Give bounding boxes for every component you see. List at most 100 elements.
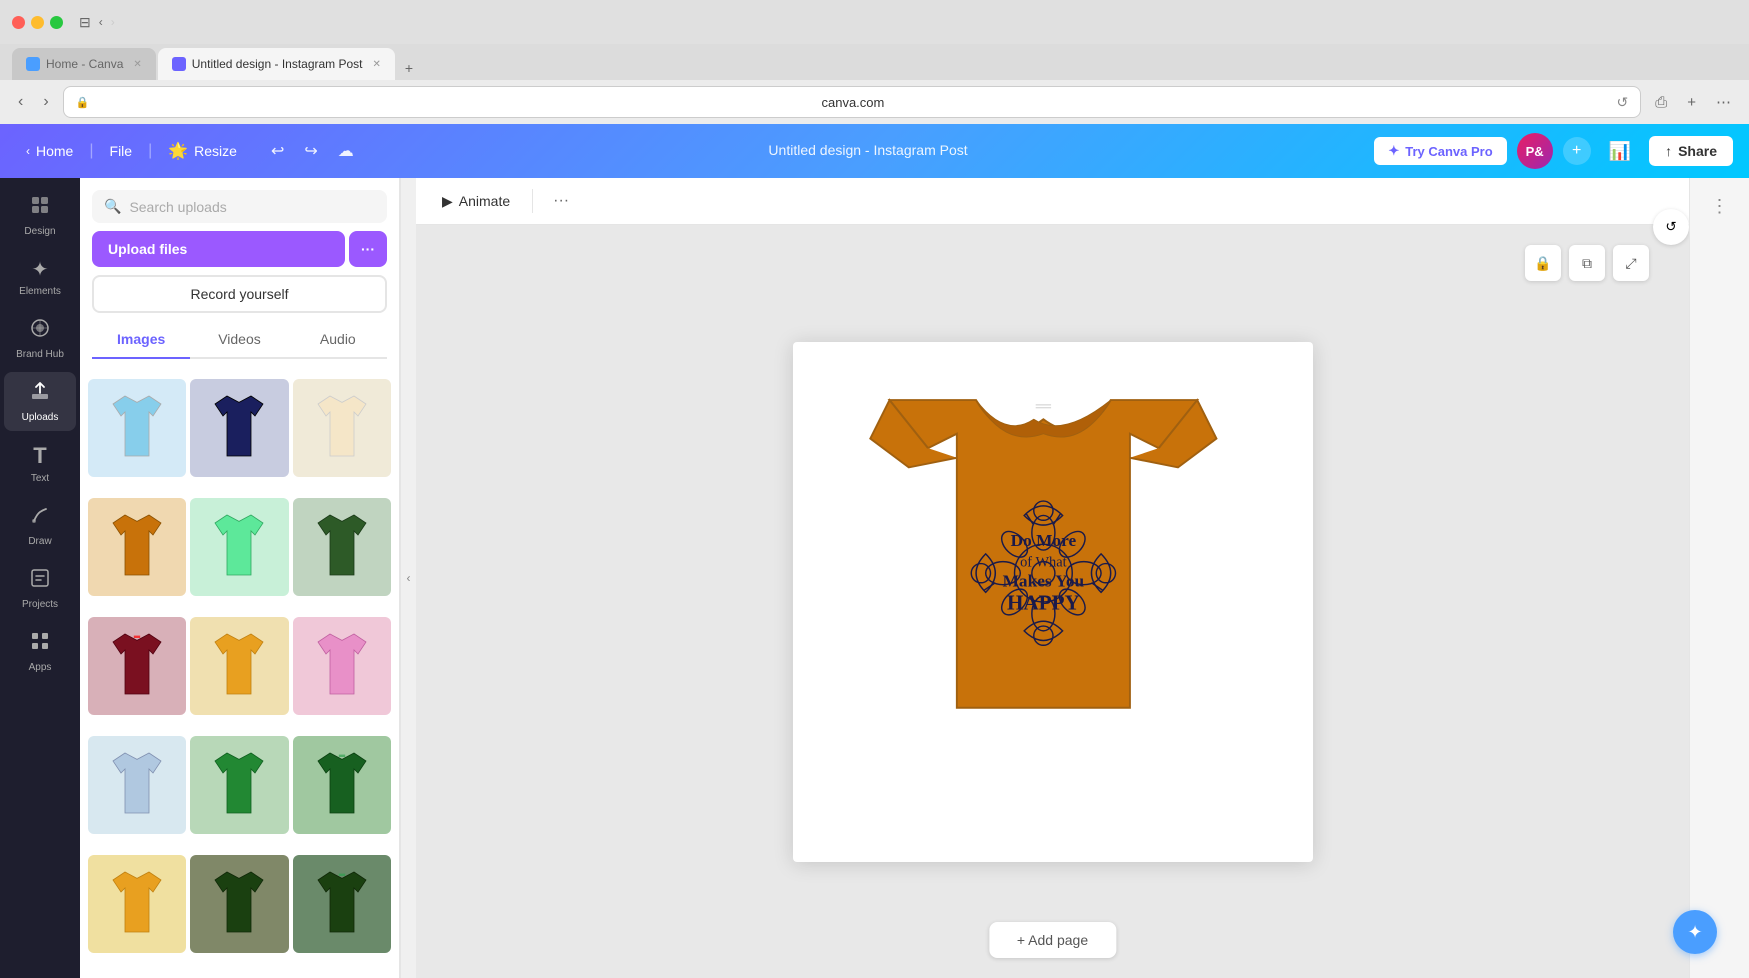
window-controls xyxy=(12,16,63,29)
app-container: ‹ Home | File | 🌟 Resize ↩ ↪ ☁ Untitled … xyxy=(0,124,1749,978)
sidebar-item-brand-hub[interactable]: Brand Hub xyxy=(4,309,76,368)
header-home-button[interactable]: ‹ Home xyxy=(16,137,83,165)
right-panel-button-1[interactable]: ⋮ xyxy=(1700,186,1740,226)
avatar-text: P& xyxy=(1526,144,1544,159)
list-item[interactable] xyxy=(190,379,288,477)
header-design-title: Untitled design - Instagram Post xyxy=(768,142,967,158)
sidebar-item-uploads[interactable]: Uploads xyxy=(4,372,76,431)
list-item[interactable] xyxy=(293,379,391,477)
browser-toolbar-actions: ⎙ + ⋯ xyxy=(1649,89,1737,115)
list-item[interactable] xyxy=(88,379,186,477)
list-item[interactable] xyxy=(190,498,288,596)
duplicate-canvas-button[interactable]: ⧉ xyxy=(1569,245,1605,281)
list-item[interactable] xyxy=(88,855,186,953)
browser-newtab-button[interactable]: + xyxy=(1681,89,1702,115)
collapse-panel-button[interactable]: ‹ xyxy=(400,178,416,978)
resize-canvas-button[interactable]: ⤢ xyxy=(1613,245,1649,281)
list-item[interactable] xyxy=(190,736,288,834)
sidebar-item-elements[interactable]: ✦ Elements xyxy=(4,249,76,305)
svg-text:HAPPY: HAPPY xyxy=(1006,590,1079,614)
browser-menu-button[interactable]: ⋯ xyxy=(1710,89,1737,115)
magic-assistant-button[interactable]: ✦ xyxy=(1673,910,1717,954)
sidebar-item-draw[interactable]: Draw xyxy=(4,496,76,555)
redo-button[interactable]: ↪ xyxy=(296,137,325,165)
try-canva-pro-button[interactable]: ✦ Try Canva Pro xyxy=(1374,137,1506,165)
list-item[interactable] xyxy=(293,736,391,834)
address-text: canva.com xyxy=(95,95,1610,110)
tab-arrow-left-icon[interactable]: ‹ xyxy=(99,15,103,29)
canva-pro-label: Try Canva Pro xyxy=(1405,144,1492,159)
header-file-button[interactable]: File xyxy=(100,137,143,165)
list-item[interactable] xyxy=(88,736,186,834)
icon-sidebar: Design ✦ Elements Brand Hub Uploads T xyxy=(0,178,80,978)
search-icon: 🔍 xyxy=(104,198,121,215)
sidebar-item-text[interactable]: T Text xyxy=(4,435,76,492)
main-content: Design ✦ Elements Brand Hub Uploads T xyxy=(0,178,1749,978)
browser-tab-design[interactable]: Untitled design - Instagram Post ✕ xyxy=(158,48,395,80)
design-tab-close-icon[interactable]: ✕ xyxy=(373,59,381,70)
animate-button[interactable]: ▶ Animate xyxy=(432,187,520,216)
design-icon xyxy=(29,194,51,222)
search-input[interactable] xyxy=(129,199,375,215)
sidebar-item-label-apps: Apps xyxy=(29,662,52,673)
list-item[interactable] xyxy=(88,498,186,596)
upload-button-row: Upload files ··· xyxy=(92,231,387,267)
sidebar-item-apps[interactable]: Apps xyxy=(4,622,76,681)
refresh-canvas-button[interactable]: ↺ xyxy=(1653,209,1689,245)
browser-toolbar: ‹ › 🔒 canva.com ↺ ⎙ + ⋯ xyxy=(0,80,1749,124)
share-label: Share xyxy=(1678,143,1717,159)
header-undo-redo: ↩ ↪ ☁ xyxy=(263,137,362,165)
tab-arrow-right-icon[interactable]: › xyxy=(111,15,115,29)
add-page-button[interactable]: + Add page xyxy=(989,922,1116,958)
canvas-area: ▶ Animate ··· 🔒 ⧉ ⤢ ↺ xyxy=(416,178,1689,978)
image-grid xyxy=(80,371,399,978)
canvas-wrapper: 🔒 ⧉ ⤢ ↺ xyxy=(416,225,1689,978)
share-button[interactable]: ↑ Share xyxy=(1649,136,1733,166)
sidebar-toggle-icon[interactable]: ⊟ xyxy=(79,14,91,31)
sync-button[interactable]: ☁ xyxy=(330,137,362,165)
window-maximize-button[interactable] xyxy=(50,16,63,29)
animate-label: Animate xyxy=(459,193,510,209)
header-resize-button[interactable]: 🌟 Resize xyxy=(158,135,247,167)
sidebar-item-design[interactable]: Design xyxy=(4,186,76,245)
upload-more-options-button[interactable]: ··· xyxy=(349,231,387,267)
tab-videos[interactable]: Videos xyxy=(190,321,288,359)
browser-tab-home[interactable]: Home - Canva ✕ xyxy=(12,48,156,80)
lock-canvas-button[interactable]: 🔒 xyxy=(1525,245,1561,281)
sidebar-item-label-uploads: Uploads xyxy=(22,412,59,423)
tab-images[interactable]: Images xyxy=(92,321,190,359)
browser-back-button[interactable]: ‹ xyxy=(12,89,29,115)
record-yourself-button[interactable]: Record yourself xyxy=(92,275,387,313)
browser-forward-button[interactable]: › xyxy=(37,89,54,115)
browser-tabs: Home - Canva ✕ Untitled design - Instagr… xyxy=(0,44,1749,80)
list-item[interactable] xyxy=(293,617,391,715)
tshirt-design-image: Do More of What Makes You HAPPY xyxy=(803,352,1303,852)
projects-icon xyxy=(29,567,51,595)
list-item[interactable] xyxy=(293,855,391,953)
sidebar-item-label-elements: Elements xyxy=(19,286,61,297)
new-tab-button[interactable]: + xyxy=(397,56,421,80)
reload-icon[interactable]: ↺ xyxy=(1616,94,1628,111)
analytics-button[interactable]: 📊 xyxy=(1601,137,1639,166)
animate-icon: ▶ xyxy=(442,193,453,210)
sidebar-item-projects[interactable]: Projects xyxy=(4,559,76,618)
avatar-button[interactable]: P& xyxy=(1517,133,1553,169)
tab-audio[interactable]: Audio xyxy=(289,321,387,359)
browser-share-button[interactable]: ⎙ xyxy=(1649,89,1673,115)
list-item[interactable] xyxy=(88,617,186,715)
window-minimize-button[interactable] xyxy=(31,16,44,29)
more-options-button[interactable]: ··· xyxy=(545,186,577,216)
window-close-button[interactable] xyxy=(12,16,25,29)
list-item[interactable] xyxy=(190,617,288,715)
address-bar[interactable]: 🔒 canva.com ↺ xyxy=(63,86,1642,118)
home-tab-close-icon[interactable]: ✕ xyxy=(133,59,141,70)
canvas-toolbar: ▶ Animate ··· xyxy=(416,178,1689,225)
upload-files-button[interactable]: Upload files xyxy=(92,231,345,267)
add-collaborator-button[interactable]: + xyxy=(1563,137,1591,165)
undo-button[interactable]: ↩ xyxy=(263,137,292,165)
header-separator2: | xyxy=(148,142,152,160)
list-item[interactable] xyxy=(293,498,391,596)
list-item[interactable] xyxy=(190,855,288,953)
design-canvas: Do More of What Makes You HAPPY xyxy=(793,342,1313,862)
home-tab-label: Home - Canva xyxy=(46,57,123,71)
